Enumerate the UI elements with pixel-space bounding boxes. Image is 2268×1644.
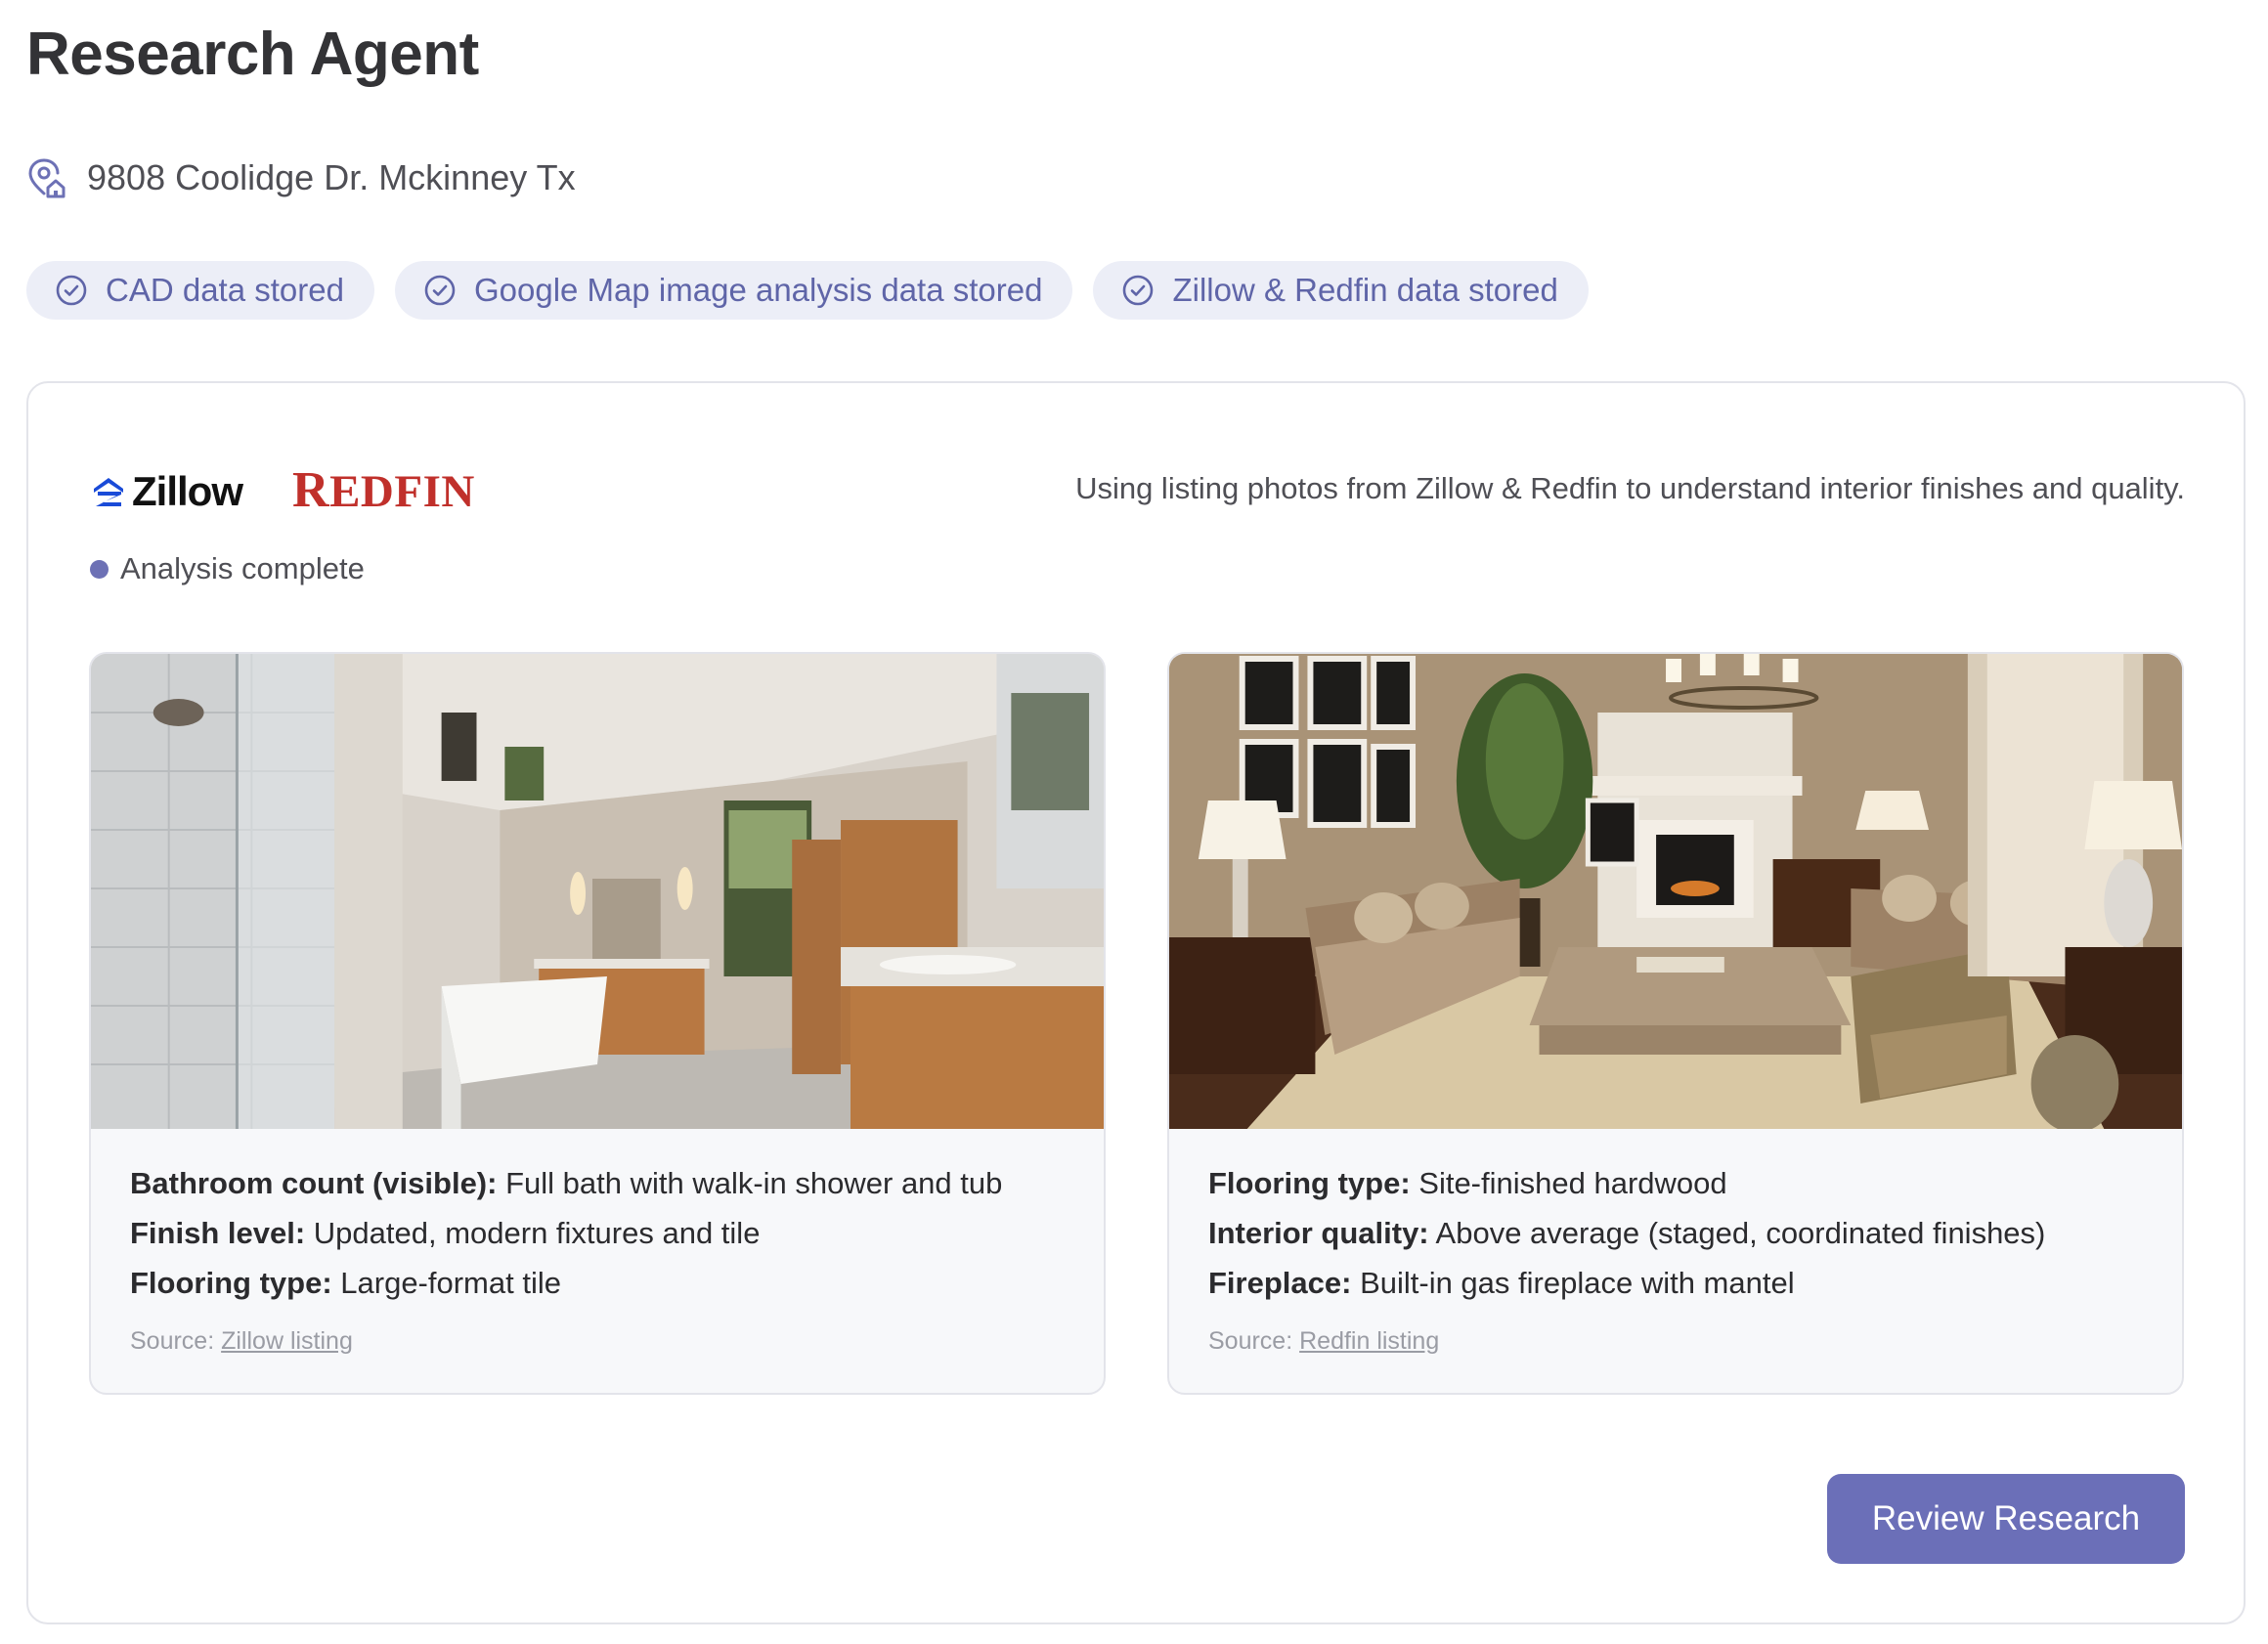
- badge-cad-data: CAD data stored: [26, 261, 374, 320]
- address-row: 9808 Coolidge Dr. Mckinney Tx: [26, 154, 576, 201]
- property-address: 9808 Coolidge Dr. Mckinney Tx: [87, 157, 576, 197]
- listing-card-living-room: Flooring type: Site-finished hardwood In…: [1167, 652, 2184, 1395]
- analysis-status: Analysis complete: [90, 551, 365, 586]
- fact-row: Fireplace: Built-in gas fireplace with m…: [1208, 1266, 1795, 1300]
- badge-zillow-redfin-data: Zillow & Redfin data stored: [1093, 261, 1589, 320]
- zillow-house-icon: [94, 478, 123, 506]
- card-source: Source: Zillow listing: [130, 1327, 353, 1355]
- badge-label: Google Map image analysis data stored: [473, 272, 1043, 308]
- redfin-logo: REDFIN: [292, 462, 475, 518]
- badge-google-map-data: Google Map image analysis data stored: [394, 261, 1073, 320]
- fact-row: Flooring type: Site-finished hardwood: [1208, 1166, 1727, 1200]
- page-title: Research Agent: [26, 21, 479, 88]
- fact-row: Flooring type: Large-format tile: [130, 1266, 561, 1300]
- zillow-wordmark: Zillow: [132, 468, 243, 514]
- status-label: Analysis complete: [120, 551, 365, 585]
- listing-card-bathroom: Bathroom count (visible): Full bath with…: [89, 652, 1106, 1395]
- status-dot: [90, 559, 109, 579]
- fact-row: Finish level: Updated, modern fixtures a…: [130, 1216, 761, 1250]
- map-pin-home-icon: [28, 158, 65, 198]
- card-facts: Flooring type: Site-finished hardwood In…: [1169, 1129, 2182, 1356]
- badge-label: Zillow & Redfin data stored: [1172, 272, 1558, 308]
- living-room-photo: [1169, 654, 2182, 1129]
- check-circle-icon: [1123, 275, 1154, 306]
- redfin-listing-link[interactable]: Redfin listing: [1299, 1327, 1439, 1355]
- check-circle-icon: [56, 275, 87, 306]
- card-facts: Bathroom count (visible): Full bath with…: [91, 1129, 1104, 1356]
- check-circle-icon: [424, 275, 456, 306]
- bathroom-photo: [91, 654, 1104, 1129]
- panel-description: Using listing photos from Zillow & Redfi…: [1075, 471, 2185, 505]
- card-source: Source: Redfin listing: [1208, 1327, 1440, 1355]
- data-status-badges: CAD data stored Google Map image analysi…: [26, 261, 1589, 320]
- fact-row: Interior quality: Above average (staged,…: [1208, 1216, 2046, 1250]
- fact-row: Bathroom count (visible): Full bath with…: [130, 1166, 1003, 1200]
- zillow-listing-link[interactable]: Zillow listing: [221, 1327, 353, 1355]
- review-research-button[interactable]: Review Research: [1827, 1474, 2185, 1564]
- zillow-logo: Zillow: [91, 467, 243, 516]
- badge-label: CAD data stored: [106, 272, 344, 308]
- research-panel: Zillow REDFIN Using listing photos from …: [26, 381, 2246, 1624]
